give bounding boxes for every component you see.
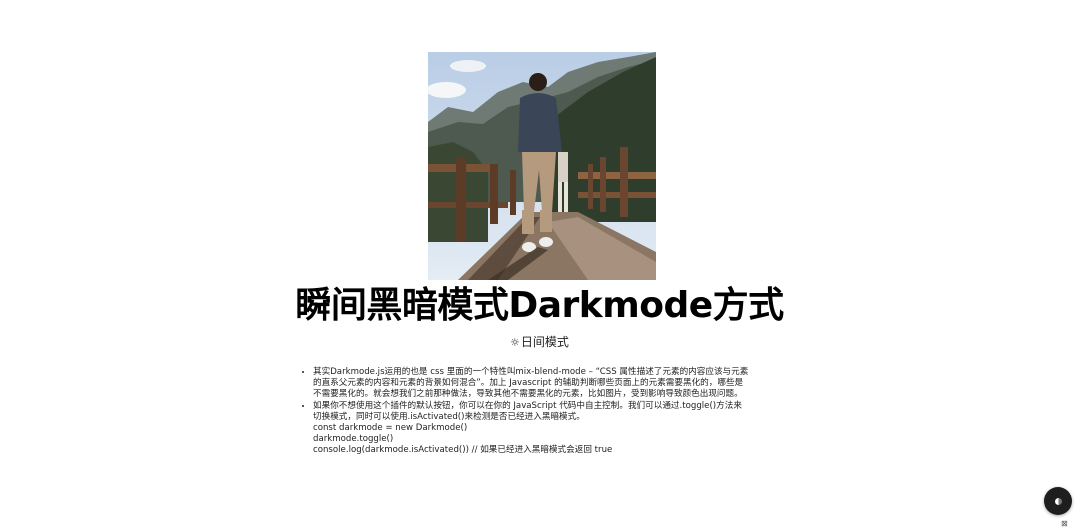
list-item: 其实Darkmode.js运用的也是 css 里面的一个特性叫mix-blend… [313, 367, 771, 401]
hero-image [428, 52, 656, 280]
list-item-line: 切换模式，同时可以使用.isActivated()来检测是否已经进入黑暗模式。 [313, 411, 585, 422]
list-item: 如果你不想使用这个插件的默认按钮，你可以在你的 JavaScript 代码中自主… [313, 401, 771, 457]
page-title: 瞬间黑暗模式Darkmode方式 [295, 285, 784, 326]
code-line: darkmode.toggle() [313, 434, 394, 445]
sun-icon: ☼ [510, 336, 520, 349]
half-circle-icon [1054, 497, 1062, 505]
code-line: const darkmode = new Darkmode() [313, 423, 468, 434]
list-item-line: 如果你不想使用这个插件的默认按钮，你可以在你的 JavaScript 代码中自主… [313, 400, 742, 411]
corner-mark: ⊠ [1061, 519, 1068, 528]
mode-label-text: 日间模式 [520, 335, 569, 349]
article-content: 其实Darkmode.js运用的也是 css 里面的一个特性叫mix-blend… [301, 367, 771, 457]
list-item-line: 的直系父元素的内容和元素的背景如何混合”。加上 Javascript 的辅助判断… [313, 378, 744, 389]
content-list: 其实Darkmode.js运用的也是 css 里面的一个特性叫mix-blend… [301, 367, 771, 457]
page: 瞬间黑暗模式Darkmode方式 ☼日间模式 其实Darkmode.js运用的也… [0, 0, 1079, 530]
list-item-line: 不需要黑化的。就会想我们之前那种做法，导致其他不需要黑化的元素，比如图片，受到影… [313, 389, 743, 400]
mode-label: ☼日间模式 [0, 334, 1079, 351]
code-line: console.log(darkmode.isActivated()) // 如… [313, 445, 613, 456]
list-item-line: 其实Darkmode.js运用的也是 css 里面的一个特性叫mix-blend… [313, 367, 749, 377]
darkmode-toggle-button[interactable] [1044, 487, 1072, 515]
